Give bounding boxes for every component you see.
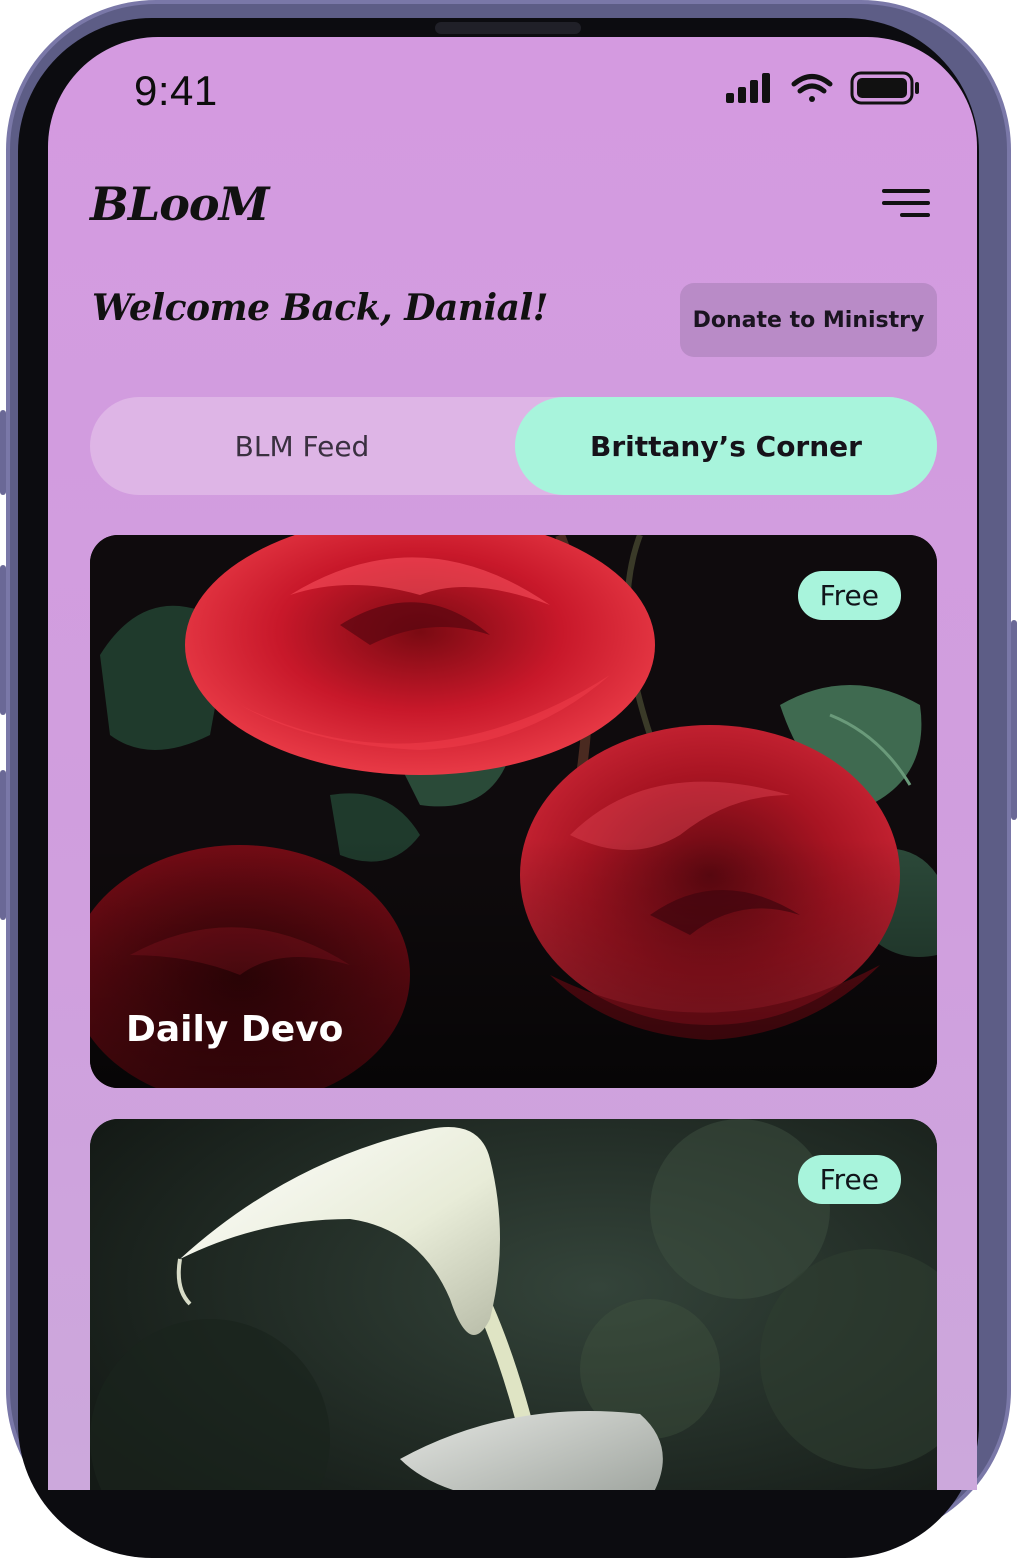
phone-side-button (0, 770, 6, 920)
cellular-signal-icon (726, 73, 770, 103)
donate-button[interactable]: Donate to Ministry (680, 283, 937, 357)
card-title: Daily Devo (126, 1009, 344, 1050)
wifi-icon (791, 74, 833, 102)
free-badge: Free (797, 571, 901, 620)
phone-side-button (0, 410, 6, 495)
app-logo: BLooM (90, 177, 270, 231)
app-screen: 9:41 BLooM Welcome Back, Danial! Donate … (48, 37, 977, 1490)
phone-speaker (435, 22, 581, 34)
tab-blm-feed[interactable]: BLM Feed (90, 397, 514, 495)
phone-side-button (0, 565, 6, 715)
tab-bar: BLM Feed Brittany’s Corner (90, 397, 937, 495)
welcome-greeting: Welcome Back, Danial! (92, 287, 548, 329)
content-card[interactable]: Free Daily Devo (90, 535, 937, 1088)
phone-side-button (1011, 620, 1017, 820)
red-roses-image (90, 535, 937, 1088)
free-badge: Free (797, 1155, 901, 1204)
battery-icon (850, 71, 919, 105)
tab-brittanys-corner[interactable]: Brittany’s Corner (515, 397, 937, 495)
status-time: 9:41 (134, 67, 218, 114)
hamburger-menu-icon[interactable] (876, 183, 936, 223)
content-card[interactable]: Free (90, 1119, 937, 1490)
status-icons (724, 69, 924, 113)
